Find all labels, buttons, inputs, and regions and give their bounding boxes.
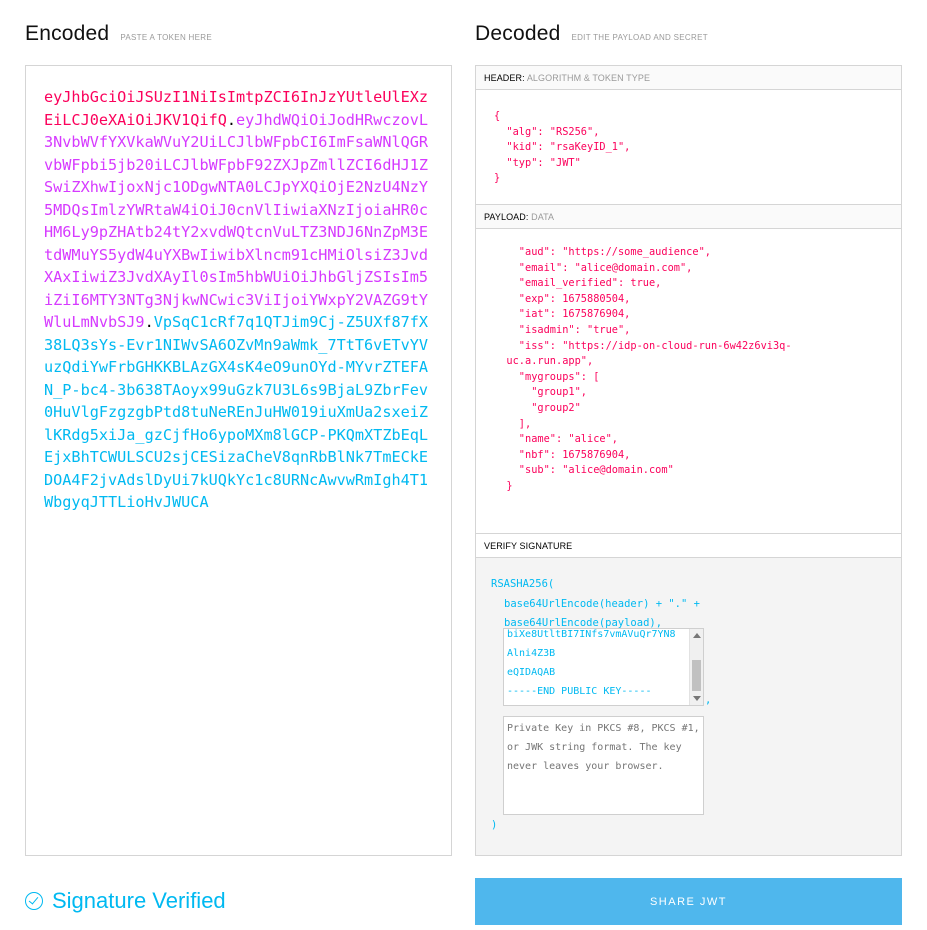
check-circle-icon: [25, 892, 43, 910]
verify-close-paren: ): [491, 819, 498, 831]
header-section: HEADER: ALGORITHM & TOKEN TYPE { "alg": …: [476, 66, 901, 205]
encoded-token-text[interactable]: eyJhbGciOiJSUzI1NiIsImtpZCI6InJzYUtleUlE…: [44, 86, 433, 514]
payload-section-title: PAYLOAD: DATA: [476, 205, 901, 229]
token-payload-part: eyJhdWQiOiJodHRwczovL3NvbWVfYXVkaWVuY2Ui…: [44, 110, 429, 332]
header-section-label: HEADER:: [484, 73, 525, 83]
decoded-title: Decoded: [475, 22, 561, 45]
scroll-up-arrow-icon[interactable]: [693, 633, 701, 638]
header-json-editor[interactable]: { "alg": "RS256", "kid": "rsaKeyID_1", "…: [476, 90, 901, 206]
encoded-title: Encoded: [25, 22, 110, 45]
header-section-title: HEADER: ALGORITHM & TOKEN TYPE: [476, 66, 901, 90]
public-key-scrollbar[interactable]: [689, 629, 703, 705]
header-section-sublabel: ALGORITHM & TOKEN TYPE: [526, 73, 651, 83]
token-signature-part: VpSqC1cRf7q1QTJim9Cj-Z5UXf87fX38LQ3sYs-E…: [44, 313, 429, 511]
payload-section: PAYLOAD: DATA "aud": "https://some_audie…: [476, 205, 901, 534]
verify-signature-section: VERIFY SIGNATURE RSASHA256( base64UrlEnc…: [476, 534, 901, 855]
decoded-panel: HEADER: ALGORITHM & TOKEN TYPE { "alg": …: [475, 65, 902, 856]
encoded-token-editor[interactable]: eyJhbGciOiJSUzI1NiIsImtpZCI6InJzYUtleUlE…: [25, 65, 452, 856]
verify-header-line: base64UrlEncode(header) + "." +: [504, 597, 700, 610]
decoded-heading: Decoded EDIT THE PAYLOAD AND SECRET: [475, 22, 708, 46]
token-dot-1: .: [226, 110, 237, 129]
verify-comma: ,: [705, 694, 712, 706]
signature-status: Signature Verified: [25, 888, 226, 914]
public-key-text: biXe8UtltBI7INfs7vmAVuQr7YN8 Alni4Z3B eQ…: [507, 629, 676, 697]
token-dot-2: .: [144, 313, 154, 331]
signature-status-label: Signature Verified: [52, 888, 226, 913]
payload-section-sublabel: DATA: [531, 212, 555, 222]
encoded-heading: Encoded PASTE A TOKEN HERE: [25, 22, 212, 46]
share-jwt-button[interactable]: SHARE JWT: [475, 878, 902, 925]
verify-section-title: VERIFY SIGNATURE: [476, 534, 901, 558]
scroll-down-arrow-icon[interactable]: [693, 696, 701, 701]
verify-section-label: VERIFY SIGNATURE: [484, 541, 573, 551]
payload-json-editor[interactable]: "aud": "https://some_audience", "email":…: [476, 229, 901, 514]
encoded-subtitle: PASTE A TOKEN HERE: [120, 33, 212, 42]
verify-algorithm-line: RSASHA256(: [491, 578, 555, 590]
decoded-subtitle: EDIT THE PAYLOAD AND SECRET: [571, 33, 708, 42]
public-key-textarea[interactable]: biXe8UtltBI7INfs7vmAVuQr7YN8 Alni4Z3B eQ…: [503, 628, 704, 706]
scroll-thumb[interactable]: [692, 660, 701, 691]
payload-section-label: PAYLOAD:: [484, 212, 529, 222]
private-key-textarea[interactable]: [503, 716, 704, 815]
